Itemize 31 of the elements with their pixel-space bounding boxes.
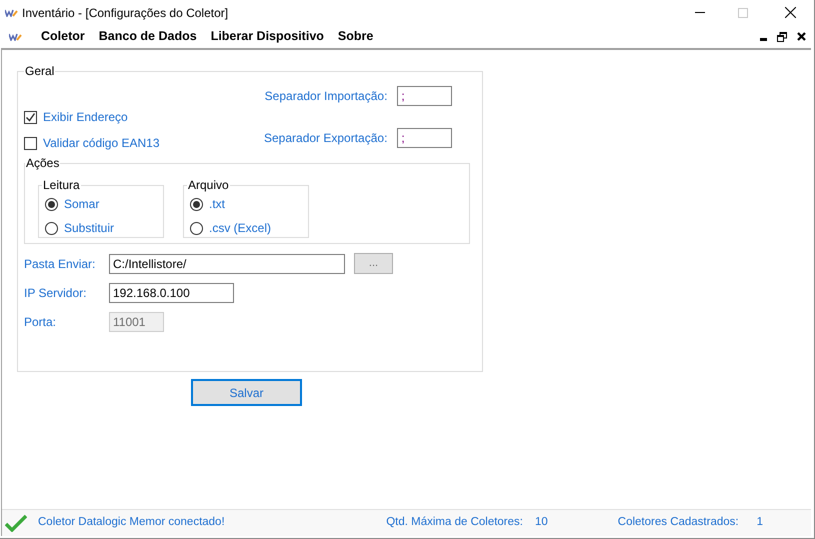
status-label: Coletores Cadastrados: (618, 515, 739, 530)
status-message: Coletor Datalogic Memor conectado! (38, 515, 225, 530)
field-label: Separador Exportação: (264, 130, 388, 147)
group-title: Leitura (42, 177, 81, 194)
group-title: Arquivo (187, 177, 230, 194)
field-label: Pasta Enviar: (24, 256, 96, 272)
checkbox-label: Validar código EAN13 (43, 135, 160, 152)
input-field[interactable]: C:/Intellistore/ (109, 254, 345, 274)
status-value: 1 (756, 515, 763, 530)
window-title: Inventário - [Configurações do Coletor] (22, 4, 228, 22)
menu-item[interactable]: Banco de Dados (92, 27, 204, 46)
menu-item[interactable]: Sobre (330, 27, 380, 46)
group-title: Geral (24, 63, 56, 80)
group-title: Ações (25, 155, 60, 172)
radio-label: Somar (64, 196, 100, 213)
radio-label: .csv (Excel) (209, 220, 272, 237)
input-field[interactable]: ; (397, 86, 452, 106)
radio-label: .txt (209, 196, 226, 213)
field-label: Separador Importação: (264, 88, 388, 105)
status-value: 10 (534, 515, 548, 530)
menu-item[interactable]: Liberar Dispositivo (204, 27, 331, 46)
input-field[interactable]: ; (397, 128, 452, 148)
save-button[interactable]: Salvar (191, 379, 302, 406)
field-label: IP Servidor: (24, 285, 88, 302)
radio-label: Substituir (64, 220, 114, 237)
input-field[interactable]: 192.168.0.100 (109, 283, 234, 303)
status-label: Qtd. Máxima de Coletores: (386, 515, 523, 530)
menu-item[interactable]: Coletor (34, 27, 92, 46)
field-label: Porta: (24, 314, 58, 331)
browse-button[interactable]: ... (354, 253, 393, 274)
checkbox-label: Exibir Endereço (43, 109, 128, 126)
